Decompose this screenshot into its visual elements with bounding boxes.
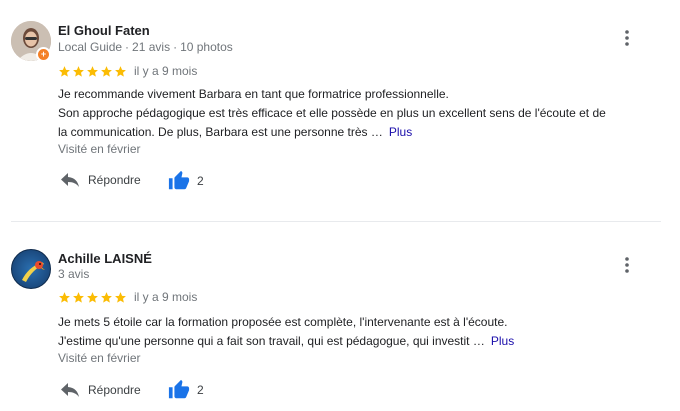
reply-label: Répondre xyxy=(88,383,141,397)
avatar[interactable] xyxy=(11,249,51,289)
like-button[interactable]: 2 xyxy=(168,170,204,192)
photo-count: 10 photos xyxy=(180,40,233,54)
star-icon xyxy=(115,66,126,77)
star-icon xyxy=(101,66,112,77)
author-name[interactable]: El Ghoul Faten xyxy=(58,23,150,38)
review-count: 3 avis xyxy=(58,267,90,281)
author-meta: Local Guide · 21 avis · 10 photos xyxy=(58,40,233,54)
review-count: 21 avis xyxy=(132,40,171,54)
star-icon xyxy=(87,66,98,77)
like-count: 2 xyxy=(197,383,204,397)
review-text-line: J'estime qu'une personne qui a fait son … xyxy=(58,332,658,351)
review-text-line: Je mets 5 étoile car la formation propos… xyxy=(58,315,508,329)
review-date: il y a 9 mois xyxy=(134,290,198,304)
reply-button[interactable]: Répondre xyxy=(60,382,141,398)
reply-label: Répondre xyxy=(88,173,141,187)
star-icon xyxy=(87,292,98,303)
review-text-line: Son approche pédagogique est très effica… xyxy=(58,106,606,120)
review-text-line-content: la communication. De plus, Barbara est u… xyxy=(58,125,383,139)
reply-arrow-icon xyxy=(61,173,79,187)
local-guide-label: Local Guide xyxy=(58,40,123,54)
star-icon xyxy=(73,66,84,77)
visited-date: Visité en février xyxy=(58,142,141,156)
author-meta: 3 avis xyxy=(58,267,89,281)
author-name[interactable]: Achille LAISNÉ xyxy=(58,251,152,266)
star-rating xyxy=(58,65,127,78)
review-text-line: la communication. De plus, Barbara est u… xyxy=(58,123,658,142)
user-photo-icon xyxy=(22,261,45,282)
thumbs-up-icon xyxy=(168,170,190,190)
star-rating xyxy=(58,291,127,304)
more-text-link[interactable]: Plus xyxy=(389,125,412,139)
review-divider xyxy=(11,221,661,222)
more-options-button[interactable] xyxy=(615,253,639,277)
more-text-link[interactable]: Plus xyxy=(491,334,514,348)
star-icon xyxy=(59,66,70,77)
review-text-line-content: J'estime qu'une personne qui a fait son … xyxy=(58,334,485,348)
more-vert-icon xyxy=(625,257,629,273)
like-button[interactable]: 2 xyxy=(168,379,204,401)
review-text-line: Je recommande vivement Barbara en tant q… xyxy=(58,87,449,101)
reply-button[interactable]: Répondre xyxy=(60,172,141,188)
star-icon xyxy=(101,292,112,303)
review-date: il y a 9 mois xyxy=(134,64,198,78)
like-count: 2 xyxy=(197,174,204,188)
review-text: Je recommande vivement Barbara en tant q… xyxy=(58,85,658,142)
more-vert-icon xyxy=(625,30,629,46)
star-icon xyxy=(59,292,70,303)
thumbs-up-icon xyxy=(168,379,190,399)
review-text: Je mets 5 étoile car la formation propos… xyxy=(58,313,658,351)
star-icon xyxy=(115,292,126,303)
visited-date: Visité en février xyxy=(58,351,141,365)
reply-arrow-icon xyxy=(61,383,79,397)
local-guide-badge-icon: + xyxy=(36,47,51,62)
more-options-button[interactable] xyxy=(615,26,639,50)
star-icon xyxy=(73,292,84,303)
